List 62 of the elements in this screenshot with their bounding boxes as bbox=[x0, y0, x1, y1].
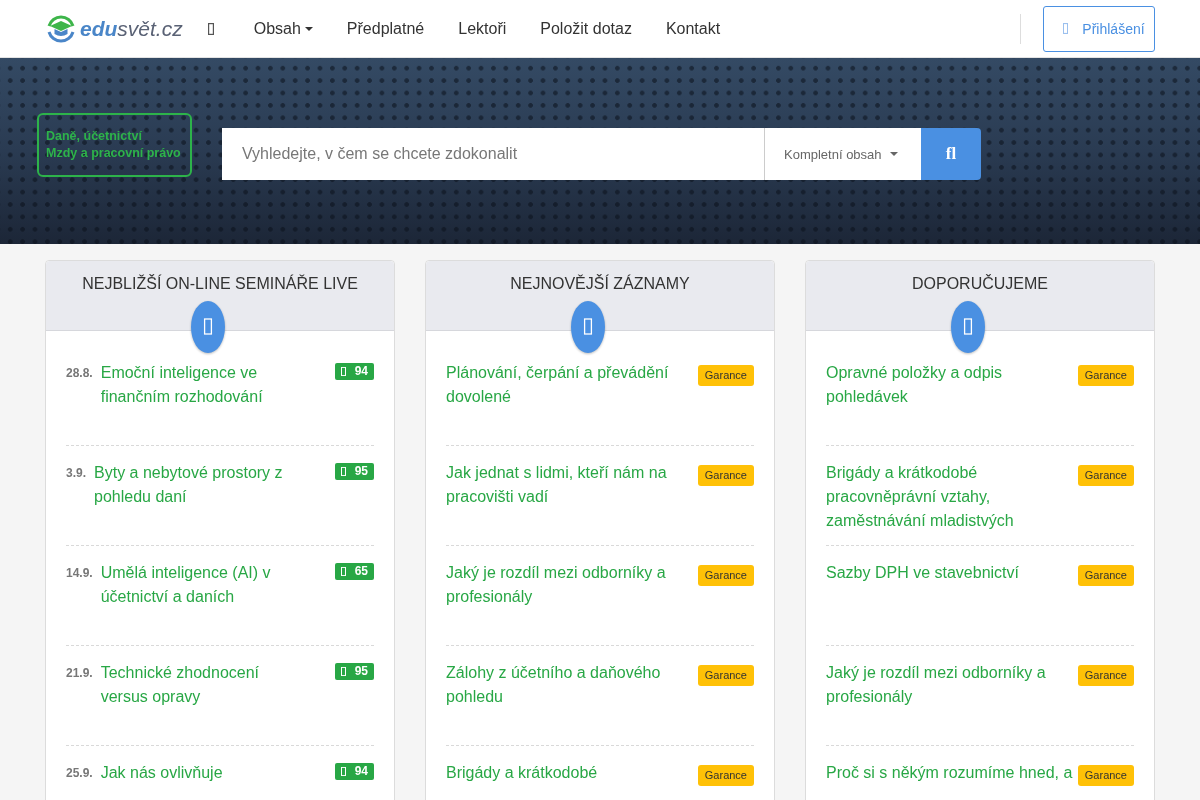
item-title-link[interactable]: Brigády a krátkodobé bbox=[446, 761, 694, 785]
search-button[interactable]: fl bbox=[921, 128, 981, 180]
box-glyph-icon bbox=[340, 567, 346, 576]
item-title-link[interactable]: Emoční inteligence ve finančním rozhodování bbox=[100, 361, 305, 409]
score-value: 94 bbox=[354, 763, 368, 780]
item-title-link[interactable]: Jaký je rozdíl mezi odborníky a profesionály bbox=[446, 561, 694, 609]
nav-link[interactable]: Kontakt bbox=[648, 16, 738, 41]
score-value: 65 bbox=[354, 563, 368, 580]
logo-text: edusvět.cz bbox=[80, 16, 183, 41]
section-title: NEJBLIŽŠÍ ON-LINE SEMINÁŘE LIVE bbox=[82, 274, 358, 294]
item-title-link[interactable]: Zálohy z účetního a daňového pohledu bbox=[446, 661, 694, 709]
score-value: 95 bbox=[354, 463, 368, 480]
scope-dropdown[interactable]: Kompletní obsah bbox=[764, 128, 921, 180]
guarantee-badge: Garance bbox=[1077, 665, 1134, 686]
item-date: 3.9. bbox=[66, 465, 86, 482]
guarantee-badge: Garance bbox=[1077, 765, 1134, 786]
item-date: 25.9. bbox=[66, 765, 93, 782]
score-value: 95 bbox=[354, 663, 368, 680]
box-glyph-icon bbox=[340, 767, 346, 776]
caret-icon bbox=[304, 26, 313, 31]
guarantee-badge: Garance bbox=[1077, 565, 1134, 586]
section-title: NEJNOVĚJŠÍ ZÁZNAMY bbox=[510, 274, 690, 294]
section-title: DOPORUČUJEME bbox=[912, 274, 1048, 294]
box-glyph-icon bbox=[207, 22, 214, 35]
item-title-link[interactable]: Technické zhodnocení versus opravy bbox=[100, 661, 305, 709]
item-date: 28.8. bbox=[66, 365, 93, 382]
box-glyph-icon bbox=[340, 467, 346, 476]
guarantee-badge: Garance bbox=[1077, 365, 1134, 386]
search-field[interactable]: Vyhledejte, v čem se chcete zdokonalit bbox=[222, 128, 764, 180]
box-glyph-icon bbox=[1063, 23, 1069, 34]
nav-dropdown[interactable]: Obsah bbox=[236, 16, 330, 41]
item-date: 21.9. bbox=[66, 665, 93, 682]
oval-icon bbox=[191, 301, 225, 353]
nav-link[interactable]: Položit dotaz bbox=[523, 16, 649, 41]
guarantee-badge: Garance bbox=[697, 465, 754, 486]
item-title-link[interactable]: Jaký je rozdíl mezi odborníky a profesionály bbox=[826, 661, 1074, 709]
oval-icon bbox=[951, 301, 985, 353]
box-glyph-icon bbox=[340, 367, 346, 376]
login-button[interactable]: Přihlášení bbox=[1043, 5, 1155, 52]
nav-link[interactable]: Předplatné bbox=[329, 16, 442, 41]
item-title-link[interactable]: Opravné položky a odpis pohledávek bbox=[826, 361, 1074, 409]
guarantee-badge: Garance bbox=[1077, 465, 1134, 486]
item-date: 14.9. bbox=[66, 565, 93, 582]
item-title-link[interactable]: Umělá inteligence (AI) v účetnictví a daních bbox=[100, 561, 305, 609]
guarantee-badge: Garance bbox=[697, 765, 754, 786]
category-link[interactable]: Daně, účetnictví Mzdy a pracovní právo bbox=[37, 113, 192, 177]
item-title-link[interactable]: Sazby DPH ve stavebnictví bbox=[826, 561, 1074, 585]
guarantee-badge: Garance bbox=[697, 365, 754, 386]
box-glyph-icon bbox=[340, 667, 346, 676]
item-title-link[interactable]: Jak jednat s lidmi, kteří nám na pracovišti vadí bbox=[446, 461, 694, 509]
score-value: 94 bbox=[354, 363, 368, 380]
item-title-link[interactable]: Proč si s někým rozumíme hned, a bbox=[826, 761, 1074, 785]
caret-icon bbox=[889, 152, 898, 156]
nav-link[interactable]: Lektoři bbox=[441, 16, 524, 41]
site-logo[interactable]: edusvět.cz bbox=[45, 12, 183, 45]
guarantee-badge: Garance bbox=[697, 665, 754, 686]
oval-icon bbox=[571, 301, 605, 353]
item-title-link[interactable]: Byty a nebytové prostory z pohledu daní bbox=[94, 461, 305, 509]
guarantee-badge: Garance bbox=[697, 565, 754, 586]
item-title-link[interactable]: Plánování, čerpání a převádění dovolené bbox=[446, 361, 694, 409]
item-title-link[interactable]: Brigády a krátkodobé pracovněprávní vztahy, zaměstnávání mladistvých bbox=[826, 461, 1074, 533]
item-title-link[interactable]: Jak nás ovlivňuje bbox=[100, 761, 305, 785]
